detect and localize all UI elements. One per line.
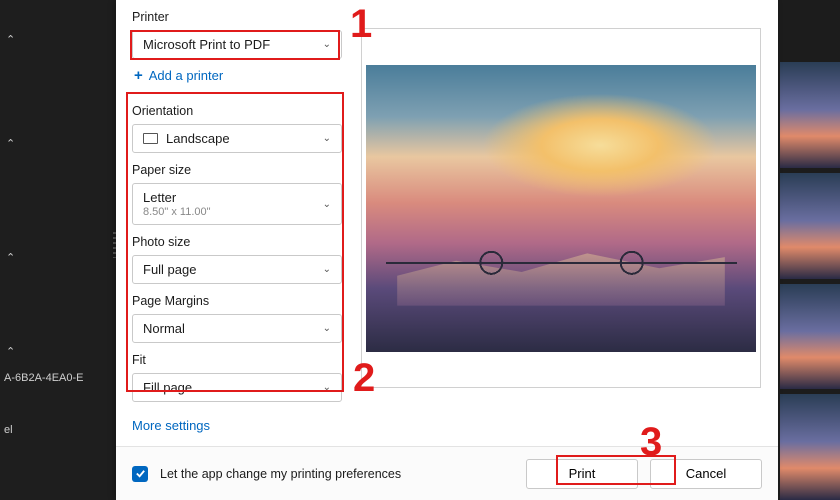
print-settings-panel: Printer Microsoft Print to PDF ⌄ + Add a… xyxy=(132,10,342,446)
chevron-down-icon: ⌄ xyxy=(323,39,331,50)
cancel-button[interactable]: Cancel xyxy=(650,459,762,489)
orientation-value: Landscape xyxy=(166,131,230,146)
paper-size-value: Letter xyxy=(143,190,176,205)
chevron-up-icon: ⌃ xyxy=(0,33,21,46)
print-preview-area xyxy=(360,10,762,446)
landscape-icon xyxy=(143,133,158,144)
thumbnail[interactable] xyxy=(780,173,840,279)
page-margins-select[interactable]: Normal ⌄ xyxy=(132,314,342,343)
fit-value: Fill page xyxy=(143,380,192,395)
thumbnail[interactable] xyxy=(780,394,840,500)
add-printer-label: Add a printer xyxy=(149,68,223,83)
background-sidebar: ⌃ ⌃ ⌃ ⌃ A-6B2A-4EA0-E el xyxy=(0,0,116,500)
fit-select[interactable]: Fill page ⌄ xyxy=(132,373,342,402)
background-item-text: el xyxy=(0,424,116,436)
printer-select-value: Microsoft Print to PDF xyxy=(143,37,270,52)
printer-label: Printer xyxy=(132,10,342,24)
photo-size-label: Photo size xyxy=(132,235,342,249)
background-guid-text: A-6B2A-4EA0-E xyxy=(0,372,116,384)
thumbnail[interactable] xyxy=(780,62,840,168)
chevron-down-icon: ⌄ xyxy=(323,382,331,393)
printer-select[interactable]: Microsoft Print to PDF ⌄ xyxy=(132,30,342,59)
more-settings-link[interactable]: More settings xyxy=(132,418,342,433)
paper-size-label: Paper size xyxy=(132,163,342,177)
print-button[interactable]: Print xyxy=(526,459,638,489)
paper-size-select[interactable]: Letter 8.50" x 11.00" ⌄ xyxy=(132,183,342,225)
orientation-select[interactable]: Landscape ⌄ xyxy=(132,124,342,153)
chevron-up-icon: ⌃ xyxy=(0,345,21,358)
preferences-checkbox[interactable] xyxy=(132,466,148,482)
thumbnail[interactable] xyxy=(780,284,840,390)
chevron-down-icon: ⌄ xyxy=(323,264,331,275)
chevron-down-icon: ⌄ xyxy=(323,323,331,334)
check-icon xyxy=(135,468,146,479)
photo-size-value: Full page xyxy=(143,262,196,277)
orientation-label: Orientation xyxy=(132,104,342,118)
chevron-up-icon: ⌃ xyxy=(0,251,21,264)
add-printer-link[interactable]: + Add a printer xyxy=(134,67,340,84)
chevron-up-icon: ⌃ xyxy=(0,137,21,150)
preview-page xyxy=(361,28,761,388)
fit-label: Fit xyxy=(132,353,342,367)
background-thumbnails xyxy=(780,62,840,500)
page-margins-value: Normal xyxy=(143,321,185,336)
photo-size-select[interactable]: Full page ⌄ xyxy=(132,255,342,284)
chevron-down-icon: ⌄ xyxy=(323,133,331,144)
paper-size-sub: 8.50" x 11.00" xyxy=(143,206,211,218)
chevron-down-icon: ⌄ xyxy=(323,199,331,210)
page-margins-label: Page Margins xyxy=(132,294,342,308)
plus-icon: + xyxy=(134,67,143,84)
preview-image xyxy=(366,65,756,352)
dialog-footer: Let the app change my printing preferenc… xyxy=(116,446,778,500)
preferences-checkbox-label: Let the app change my printing preferenc… xyxy=(160,467,514,481)
print-dialog: Printer Microsoft Print to PDF ⌄ + Add a… xyxy=(116,0,778,500)
